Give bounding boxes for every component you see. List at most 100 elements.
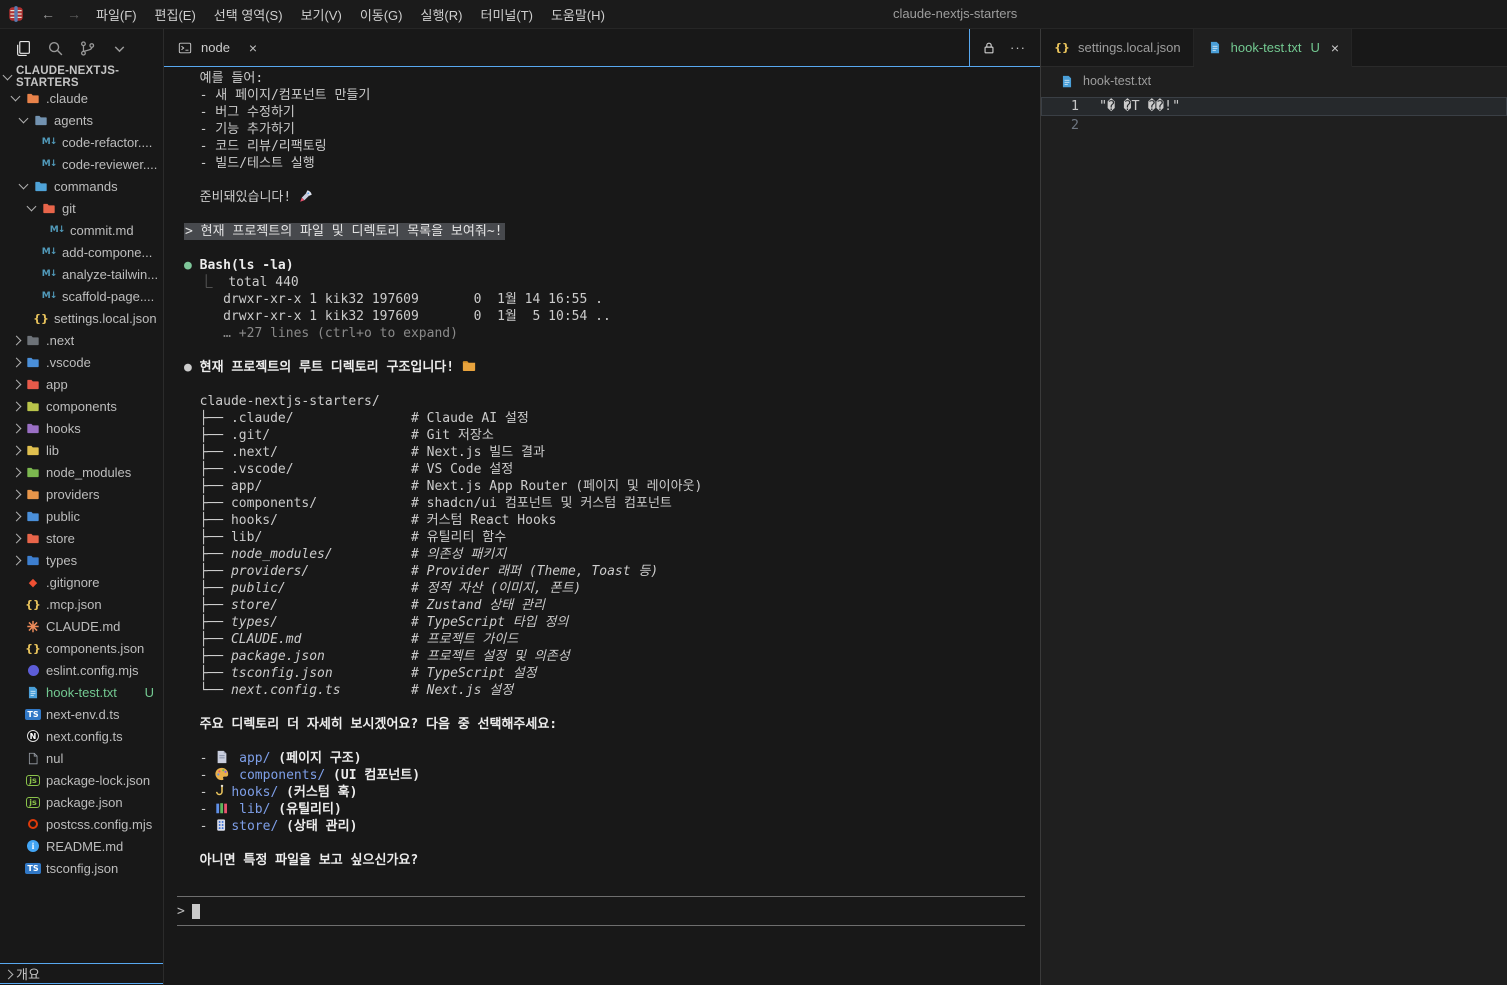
terminal-tab-node[interactable]: node × xyxy=(164,40,257,56)
tree-item-store[interactable]: store xyxy=(0,527,163,549)
tree-item-eslint.config.mjs[interactable]: eslint.config.mjs xyxy=(0,659,163,681)
tree-item-package-lock.json[interactable]: js package-lock.json xyxy=(0,769,163,791)
tree-item-label: hook-test.txt xyxy=(46,684,117,700)
folder-icon xyxy=(24,442,42,458)
npm-file-icon: js xyxy=(24,772,42,788)
editor-tab-settings.local.json[interactable]: {} settings.local.json xyxy=(1041,29,1194,66)
menu-item-2[interactable]: 선택 영역(S) xyxy=(205,5,292,24)
tree-item-CLAUDE.md[interactable]: CLAUDE.md xyxy=(0,615,163,637)
tree-item-hook-test.txt[interactable]: hook-test.txt U xyxy=(0,681,163,703)
tree-item-lib[interactable]: lib xyxy=(0,439,163,461)
editor-content[interactable]: 1 "� �T ��!" 2 xyxy=(1041,95,1507,135)
explorer-files-icon[interactable] xyxy=(15,40,32,57)
chevron-down-icon[interactable] xyxy=(111,40,128,57)
nav-back-icon[interactable]: ← xyxy=(35,6,61,22)
tree-item-label: scaffold-page.... xyxy=(62,288,155,304)
menu-item-6[interactable]: 터미널(T) xyxy=(471,5,541,24)
sidebar: CLAUDE-NEXTJS-STARTERS .claude agents M↓ co… xyxy=(0,29,164,985)
terminal-line: - hooks/ (커스텀 훅) xyxy=(184,784,1040,801)
tree-item-public[interactable]: public xyxy=(0,505,163,527)
tree-item-package.json[interactable]: js package.json xyxy=(0,791,163,813)
tree-item-.vscode[interactable]: .vscode xyxy=(0,351,163,373)
tree-item-commit.md[interactable]: M↓ commit.md xyxy=(0,219,163,241)
terminal-text: ├── providers/ # Provider 래퍼 (Theme, Toa… xyxy=(184,564,659,579)
menu-item-1[interactable]: 편집(E) xyxy=(146,5,205,24)
tree-item-label: components.json xyxy=(46,640,145,656)
tree-item-scaffold-page....[interactable]: M↓ scaffold-page.... xyxy=(0,285,163,307)
tree-item-postcss.config.mjs[interactable]: postcss.config.mjs xyxy=(0,813,163,835)
tree-item-code-reviewer....[interactable]: M↓ code-reviewer.... xyxy=(0,153,163,175)
terminal-line: └── next.config.ts # Next.js 설정 xyxy=(184,682,1040,699)
tree-item-agents[interactable]: agents xyxy=(0,109,163,131)
chevron-right-icon xyxy=(8,442,24,458)
tree-item-label: tsconfig.json xyxy=(46,860,119,876)
tree-item-add-compone...[interactable]: M↓ add-compone... xyxy=(0,241,163,263)
close-icon[interactable]: × xyxy=(1331,40,1339,56)
md-file-icon: M↓ xyxy=(41,247,58,257)
nav-forward-icon[interactable]: → xyxy=(61,6,87,22)
prompt-char: > xyxy=(177,903,185,919)
explorer-section-header[interactable]: CLAUDE-NEXTJS-STARTERS xyxy=(0,65,163,89)
terminal-line: - 기능 추가하기 xyxy=(184,121,1040,138)
menu-item-3[interactable]: 보기(V) xyxy=(292,5,351,24)
outline-label: 개요 xyxy=(16,967,40,982)
tree-item-hooks[interactable]: hooks xyxy=(0,417,163,439)
tree-item-analyze-tailwin...[interactable]: M↓ analyze-tailwin... xyxy=(0,263,163,285)
tree-item-.mcp.json[interactable]: {} .mcp.json xyxy=(0,593,163,615)
editor-line-1[interactable]: 1 "� �T ��!" xyxy=(1041,97,1507,116)
search-icon[interactable] xyxy=(47,40,64,57)
tree-item-components[interactable]: components xyxy=(0,395,163,417)
tree-item-components.json[interactable]: {} components.json xyxy=(0,637,163,659)
tree-item-label: commit.md xyxy=(70,222,134,238)
folder-icon xyxy=(32,178,50,194)
terminal-text: claude-nextjs-starters/ xyxy=(184,394,380,409)
menu-item-0[interactable]: 파일(F) xyxy=(87,5,146,24)
tree-item-README.md[interactable]: i README.md xyxy=(0,835,163,857)
source-control-icon[interactable] xyxy=(79,40,96,57)
tree-item-tsconfig.json[interactable]: TS tsconfig.json xyxy=(0,857,163,879)
lock-icon[interactable] xyxy=(982,41,998,55)
tree-item-types[interactable]: types xyxy=(0,549,163,571)
chevron-down-icon xyxy=(16,178,32,194)
tree-item-.gitignore[interactable]: ◆ .gitignore xyxy=(0,571,163,593)
more-actions-icon[interactable]: ··· xyxy=(1010,40,1026,55)
tree-item-code-refactor....[interactable]: M↓ code-refactor.... xyxy=(0,131,163,153)
tree-item-nul[interactable]: nul xyxy=(0,747,163,769)
tree-item-git[interactable]: git xyxy=(0,197,163,219)
terminal-text: - 새 페이지/컴포넌트 만들기 xyxy=(184,88,371,103)
terminal-line: ├── node_modules/ # 의존성 패키지 xyxy=(184,546,1040,563)
menu-item-4[interactable]: 이동(G) xyxy=(351,5,412,24)
braces-file-icon: {} xyxy=(33,311,49,325)
outline-section-header[interactable]: 개요 xyxy=(0,963,163,984)
line-number: 1 xyxy=(1070,98,1079,114)
terminal-line: ├── public/ # 정적 자산 (이미지, 폰트) xyxy=(184,580,1040,597)
terminal-text: ├── public/ # 정적 자산 (이미지, 폰트) xyxy=(184,581,582,596)
tree-item-providers[interactable]: providers xyxy=(0,483,163,505)
terminal-line: - 새 페이지/컴포넌트 만들기 xyxy=(184,87,1040,104)
tree-item-commands[interactable]: commands xyxy=(0,175,163,197)
tree-item-next.config.ts[interactable]: Nnext.config.ts xyxy=(0,725,163,747)
terminal-input[interactable]: > xyxy=(177,896,1025,926)
txt-file-icon xyxy=(1058,73,1076,89)
tree-item-settings.local.json[interactable]: {} settings.local.json xyxy=(0,307,163,329)
close-icon[interactable]: × xyxy=(249,40,257,56)
tree-item-app[interactable]: app xyxy=(0,373,163,395)
hook-icon xyxy=(215,784,231,798)
tree-item-next-env.d.ts[interactable]: TS next-env.d.ts xyxy=(0,703,163,725)
tree-item-node_modules[interactable]: node_modules xyxy=(0,461,163,483)
menu-item-7[interactable]: 도움말(H) xyxy=(542,5,614,24)
tree-item-.next[interactable]: .next xyxy=(0,329,163,351)
terminal-text: ├── CLAUDE.md # 프로젝트 가이드 xyxy=(184,632,519,647)
breadcrumb[interactable]: hook-test.txt xyxy=(1041,67,1507,95)
terminal-text: ├── .vscode/ # VS Code 설정 xyxy=(184,462,514,477)
menu-item-5[interactable]: 실행(R) xyxy=(412,5,472,24)
tree-item-.claude[interactable]: .claude xyxy=(0,87,163,109)
editor-line-2[interactable]: 2 xyxy=(1041,116,1507,135)
terminal-text: - 빌드/테스트 실행 xyxy=(184,156,315,171)
editor-tab-hook-test.txt[interactable]: hook-test.txt U × xyxy=(1193,29,1353,67)
